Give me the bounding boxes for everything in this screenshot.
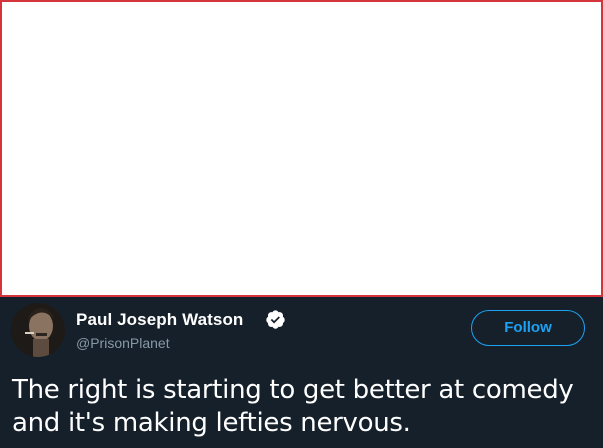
avatar[interactable] bbox=[11, 303, 65, 357]
avatar-image bbox=[11, 303, 65, 357]
tweet-text: The right is starting to get better at c… bbox=[12, 375, 574, 438]
author-name[interactable]: Paul Joseph Watson bbox=[76, 310, 243, 330]
author-handle[interactable]: @PrisonPlanet bbox=[76, 335, 170, 351]
page: Paul Joseph Watson @PrisonPlanet Follow … bbox=[0, 0, 603, 448]
tweet-card: Paul Joseph Watson @PrisonPlanet Follow … bbox=[0, 297, 603, 448]
embedded-media-area[interactable] bbox=[0, 0, 603, 297]
follow-button[interactable]: Follow bbox=[471, 310, 585, 346]
verified-badge-icon bbox=[266, 310, 285, 329]
